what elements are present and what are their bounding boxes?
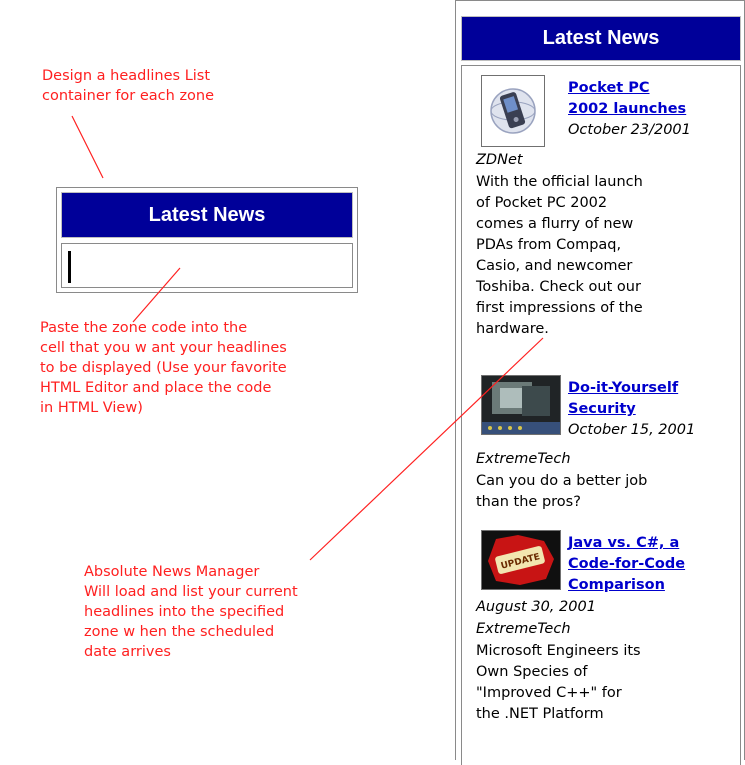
annotation-paste-zone-code: Paste the zone code into the cell that y… (40, 320, 287, 416)
text-cursor (68, 251, 71, 283)
security-camera-photo-icon[interactable] (481, 375, 561, 435)
annotation-design-container: Design a headlines List container for ea… (42, 68, 215, 104)
news-item-date-3: August 30, 2001 (476, 599, 596, 615)
news-item-date-1: October 23/2001 (568, 122, 691, 138)
container-header: Latest News (61, 192, 353, 238)
news-item-source-2: ExtremeTech (476, 451, 571, 467)
news-item-summary-3: Microsoft Engineers its Own Species of "… (476, 643, 641, 722)
news-item-title-3[interactable]: Java vs. C#, a Code-for-Code Comparison (568, 533, 685, 596)
update-stamp-icon[interactable]: UPDATE (481, 530, 561, 590)
news-list: Pocket PC 2002 launches October 23/2001 … (461, 65, 741, 765)
news-item-title-1[interactable]: Pocket PC 2002 launches (568, 78, 686, 120)
news-item-title-2[interactable]: Do-it-Yourself Security (568, 378, 678, 420)
news-item-source-1: ZDNet (476, 152, 523, 168)
pda-photo-icon[interactable] (481, 75, 545, 147)
zone-code-cell[interactable] (61, 243, 353, 288)
news-item-summary-1: With the official launch of Pocket PC 20… (476, 174, 643, 337)
annotation-manager-loads: Absolute News Manager Will load and list… (84, 564, 298, 660)
news-item-summary-2: Can you do a better job than the pros? (476, 473, 648, 510)
news-item-date-2: October 15, 2001 (568, 422, 696, 438)
news-panel-header: Latest News (461, 16, 741, 61)
news-panel: Latest News Pocket PC 2002 launches Octo… (455, 0, 745, 765)
news-item-source-3: ExtremeTech (476, 621, 571, 637)
headlines-container-design: Latest News (56, 187, 358, 293)
leader-line-design (71, 115, 104, 179)
